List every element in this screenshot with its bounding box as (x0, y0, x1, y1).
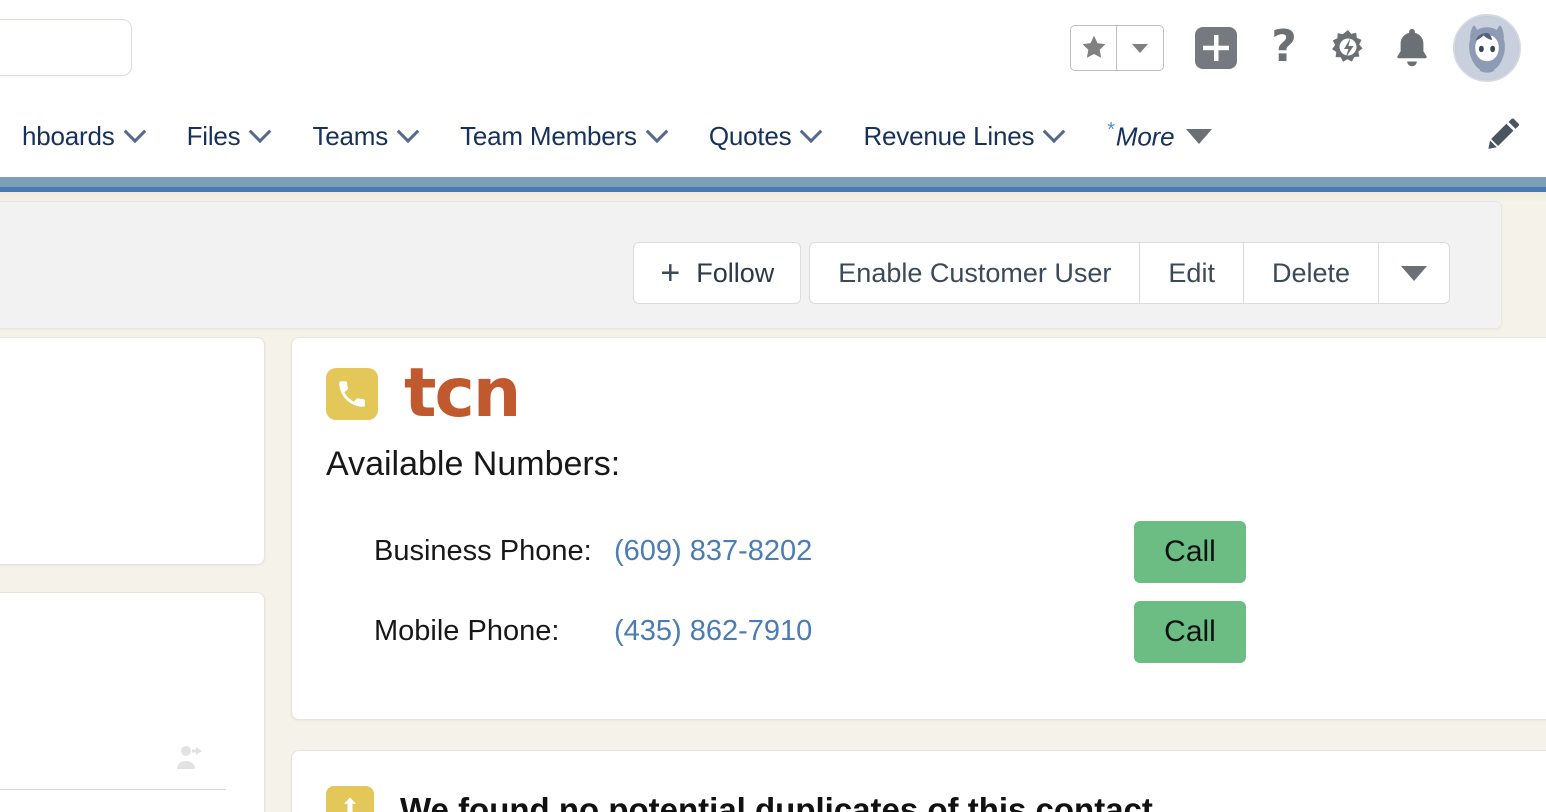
phone-icon (326, 367, 378, 420)
nav-tab-revenue-lines[interactable]: Revenue Lines (841, 95, 1084, 177)
follow-button-label: Follow (696, 257, 775, 288)
pencil-icon (1488, 118, 1520, 149)
nav-tab-label: Files (186, 120, 241, 151)
call-button-business[interactable]: Call (1134, 520, 1246, 583)
nav-items: hboards Files Teams Team Members Quotes (0, 95, 1234, 177)
user-avatar-button[interactable] (1444, 0, 1530, 95)
phone-number-link[interactable]: (609) 837-8202 (614, 535, 1134, 568)
favorites-star-button[interactable] (1071, 25, 1117, 70)
call-button-mobile[interactable]: Call (1134, 600, 1246, 663)
nav-more-text: More (1115, 121, 1175, 152)
nav-tab-teams[interactable]: Teams (290, 95, 438, 177)
chevron-down-icon[interactable] (396, 120, 420, 144)
available-numbers-title: Available Numbers: (326, 444, 621, 483)
notifications-button[interactable] (1380, 0, 1444, 95)
duplicate-check-card: We found no potential duplicates of this… (291, 750, 1546, 812)
nav-tab-dashboards[interactable]: hboards (0, 95, 165, 177)
tcn-logo-text: tcn (404, 354, 521, 433)
header-icon-group: ? (1070, 0, 1530, 95)
chevron-down-icon[interactable] (645, 120, 669, 144)
plus-icon (1195, 26, 1237, 69)
gear-icon (1332, 29, 1363, 62)
plus-icon: + (660, 254, 681, 292)
triangle-down-icon[interactable] (1186, 128, 1213, 144)
chevron-down-icon[interactable] (249, 120, 272, 144)
sidebar-field-divider (0, 789, 226, 790)
nav-accent-band-teal (0, 177, 1546, 187)
record-button-group: Enable Customer User Edit Delete (809, 242, 1450, 304)
phone-label: Mobile Phone: (374, 615, 560, 648)
change-owner-icon[interactable] (172, 741, 208, 782)
favorites-button-group[interactable] (1070, 24, 1164, 71)
more-actions-button[interactable] (1378, 242, 1450, 304)
follow-button[interactable]: + Follow (633, 242, 802, 304)
nav-tab-more[interactable]: *More (1084, 95, 1234, 177)
edit-nav-button[interactable] (1484, 114, 1524, 159)
triangle-down-icon (1401, 265, 1427, 281)
phone-row-mobile: Mobile Phone: (435) 862-7910 Call (326, 592, 1539, 672)
help-button[interactable]: ? (1252, 0, 1316, 95)
record-action-buttons: + Follow Enable Customer User Edit Delet… (633, 242, 1450, 304)
setup-button[interactable] (1316, 0, 1380, 95)
sidebar-card-details[interactable] (0, 337, 265, 565)
phone-label: Business Phone: (374, 535, 592, 568)
record-content-area: tcn Available Numbers: Business Phone: (… (0, 337, 1546, 812)
sidebar-card-fields[interactable] (0, 592, 265, 812)
nav-tab-label: Team Members (460, 120, 637, 151)
global-search-input[interactable] (0, 19, 132, 76)
record-header-panel: + Follow Enable Customer User Edit Delet… (0, 201, 1502, 329)
nav-more-label: *More (1106, 119, 1174, 153)
avatar (1453, 13, 1521, 82)
delete-button[interactable]: Delete (1242, 242, 1378, 304)
global-header: ? (0, 0, 1546, 95)
merge-duplicates-icon (326, 786, 374, 812)
nav-tab-label: hboards (22, 120, 115, 151)
salesforce-contact-page: ? hboards Files Teams Team Members Quote… (0, 0, 1546, 812)
chevron-down-icon[interactable] (800, 120, 823, 144)
unsaved-asterisk: * (1106, 119, 1114, 142)
nav-tab-team-members[interactable]: Team Members (438, 95, 687, 177)
nav-tab-files[interactable]: Files (165, 95, 291, 177)
tcn-brand: tcn (326, 354, 1539, 433)
favorites-dropdown-button[interactable] (1117, 25, 1163, 70)
phone-row-business: Business Phone: (609) 837-8202 Call (326, 512, 1539, 592)
edit-button[interactable]: Edit (1139, 242, 1243, 304)
question-mark-icon: ? (1271, 24, 1297, 72)
nav-tab-label: Teams (312, 120, 389, 151)
add-button[interactable] (1180, 0, 1252, 95)
chevron-down-icon[interactable] (1043, 120, 1066, 144)
user-avatar-icon (1455, 16, 1519, 79)
object-nav-bar: hboards Files Teams Team Members Quotes (0, 95, 1546, 177)
phone-number-link[interactable]: (435) 862-7910 (614, 615, 1134, 648)
tcn-dialer-card: tcn Available Numbers: Business Phone: (… (291, 337, 1546, 720)
chevron-down-icon[interactable] (123, 120, 146, 144)
nav-tab-label: Revenue Lines (863, 120, 1035, 151)
nav-tab-quotes[interactable]: Quotes (687, 95, 842, 177)
nav-tab-label: Quotes (708, 120, 792, 151)
chevron-down-icon (1132, 43, 1148, 53)
duplicate-check-message: We found no potential duplicates of this… (400, 791, 1163, 812)
record-sidebar (0, 337, 265, 812)
svg-text:?: ? (1271, 24, 1297, 72)
record-main-column: tcn Available Numbers: Business Phone: (… (291, 337, 1546, 812)
star-icon (1082, 35, 1105, 58)
enable-customer-user-button[interactable]: Enable Customer User (809, 242, 1140, 304)
bell-icon (1397, 28, 1427, 66)
